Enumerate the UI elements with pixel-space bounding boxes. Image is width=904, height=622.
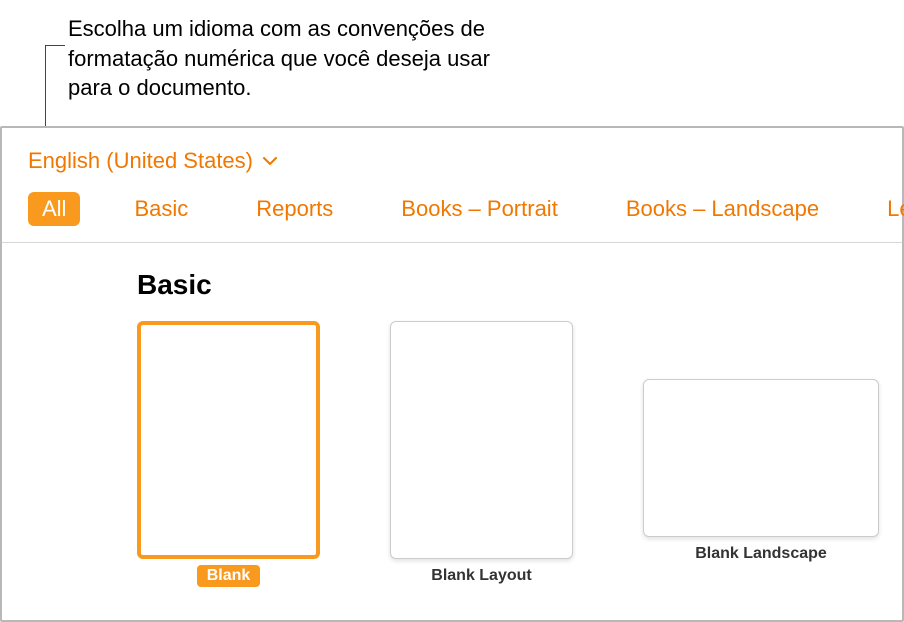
template-blank-layout[interactable]: Blank Layout — [390, 321, 573, 587]
templates-content: Basic Blank Blank Layout Blank Landscape — [2, 243, 902, 587]
chevron-down-icon — [263, 157, 277, 166]
templates-grid: Blank Blank Layout Blank Landscape — [137, 321, 902, 587]
template-blank[interactable]: Blank — [137, 321, 320, 587]
callout-line-horizontal — [45, 45, 65, 46]
template-label: Blank Layout — [421, 565, 541, 587]
tab-books-landscape[interactable]: Books – Landscape — [612, 192, 833, 226]
template-thumbnail — [643, 379, 879, 537]
tab-reports[interactable]: Reports — [242, 192, 347, 226]
template-blank-landscape[interactable]: Blank Landscape — [643, 321, 879, 565]
language-row: English (United States) — [2, 128, 902, 184]
language-selected-label: English (United States) — [28, 148, 253, 174]
template-label: Blank — [197, 565, 261, 587]
section-title: Basic — [137, 269, 902, 301]
template-thumbnail — [137, 321, 320, 559]
template-chooser-panel: English (United States) All Basic Report… — [0, 126, 904, 622]
language-selector[interactable]: English (United States) — [28, 148, 277, 174]
tab-books-portrait[interactable]: Books – Portrait — [387, 192, 572, 226]
tab-all[interactable]: All — [28, 192, 80, 226]
tab-letters[interactable]: Letters — [873, 192, 904, 226]
template-label: Blank Landscape — [685, 543, 837, 565]
annotation-text: Escolha um idioma com as convenções de f… — [68, 14, 518, 103]
template-thumbnail — [390, 321, 573, 559]
tab-basic[interactable]: Basic — [120, 192, 202, 226]
category-tabs: All Basic Reports Books – Portrait Books… — [2, 184, 902, 243]
